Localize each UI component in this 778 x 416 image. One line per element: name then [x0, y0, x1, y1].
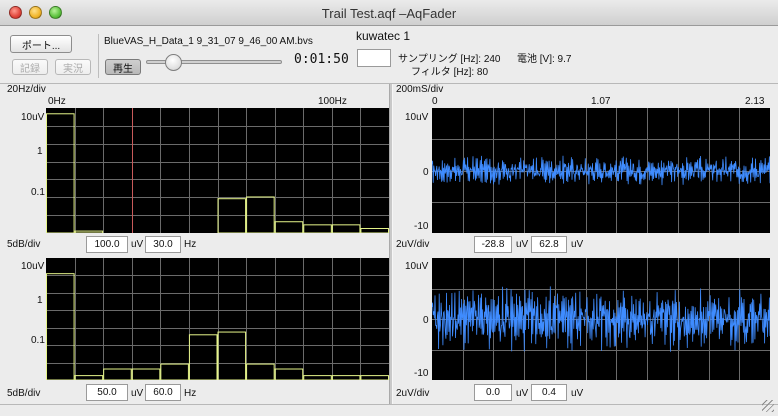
spectrum-plot-upper[interactable] [46, 108, 389, 233]
spectrum-bar [74, 375, 104, 380]
spectrum-bar [246, 363, 275, 380]
panel-splitter[interactable] [389, 84, 393, 404]
waveform-upper-offset-input[interactable]: -28.8 [474, 236, 512, 253]
waveform-upper-y-tick-0: 10uV [405, 112, 429, 123]
filter-rate: フィルタ [Hz]: 80 [411, 67, 489, 78]
spectrum-bar [360, 228, 389, 233]
waveform-lower-range-input[interactable]: 0.4 [531, 384, 567, 401]
waveform-lower-offset-input[interactable]: 0.0 [474, 384, 512, 401]
waveform-plot-upper[interactable] [432, 108, 770, 233]
spectrum-bar [274, 221, 304, 233]
spectrum-bar [360, 375, 389, 380]
spectrum-lower-y-tick-2: 0.1 [31, 335, 45, 346]
waveform-upper-offset-unit: uV [516, 239, 529, 250]
spectrum-bar [160, 363, 189, 380]
device-name: kuwatec 1 [356, 29, 411, 43]
resize-grip-icon[interactable] [762, 400, 774, 412]
waveform-scale-label: 200mS/div [396, 84, 444, 95]
spectrum-upper-top-unit: uV [131, 239, 144, 250]
status-separator [0, 404, 778, 405]
spectrum-bar [217, 331, 247, 380]
record-button[interactable]: 記録 [12, 59, 48, 75]
playback-slider-knob[interactable] [165, 54, 183, 71]
waveform-lower-offset-unit: uV [516, 388, 529, 399]
spectrum-bar [46, 273, 75, 380]
waveform-trace [432, 286, 770, 352]
toolbar-divider [98, 34, 99, 78]
spectrum-bar [103, 368, 132, 380]
spectrum-upper-y-tick-1: 1 [37, 146, 43, 157]
waveform-upper-y-tick-1: 0 [423, 167, 429, 178]
spectrum-bar [131, 368, 161, 380]
spectrum-upper-top-input[interactable]: 100.0 [86, 236, 128, 253]
spectrum-bar [303, 375, 332, 380]
spectrum-x-tick-1: 100Hz [318, 96, 347, 107]
waveform-upper-range-unit: uV [571, 239, 584, 250]
spectrum-upper-y-tick-0: 10uV [21, 112, 45, 123]
spectrum-lower-top-input[interactable]: 50.0 [86, 384, 128, 401]
waveform-x-tick-1: 1.07 [591, 96, 611, 107]
battery-voltage: 電池 [V]: 9.7 [517, 54, 572, 65]
spectrum-plot-lower[interactable] [46, 258, 389, 380]
waveform-x-tick-2: 2.13 [745, 96, 765, 107]
spectrum-bar [303, 224, 332, 233]
waveform-lower-range-unit: uV [571, 388, 584, 399]
spectrum-bar [331, 224, 361, 233]
spectrum-upper-freq-unit: Hz [184, 239, 197, 250]
waveform-lower-y-tick-2: -10 [414, 368, 429, 379]
spectrum-lower-freq-input[interactable]: 60.0 [145, 384, 181, 401]
spectrum-bar [331, 375, 361, 380]
spectrum-scale-label: 20Hz/div [7, 84, 46, 95]
spectrum-x-tick-0: 0Hz [48, 96, 66, 107]
device-field[interactable] [357, 49, 391, 67]
waveform-lower-scale-label: 2uV/div [396, 388, 430, 399]
spectrum-upper-db-label: 5dB/div [7, 239, 41, 250]
spectrum-bar [274, 368, 304, 380]
spectrum-lower-freq-unit: Hz [184, 388, 197, 399]
playback-time: 0:01:50 [294, 52, 349, 67]
waveform-trace [432, 155, 770, 186]
waveform-lower-y-tick-1: 0 [423, 315, 429, 326]
waveform-upper-scale-label: 2uV/div [396, 239, 430, 250]
waveform-plot-lower[interactable] [432, 258, 770, 380]
waveform-lower-y-tick-0: 10uV [405, 261, 429, 272]
waveform-x-tick-0: 0 [432, 96, 438, 107]
spectrum-upper-freq-input[interactable]: 30.0 [145, 236, 181, 253]
spectrum-bar [74, 230, 104, 233]
spectrum-lower-top-unit: uV [131, 388, 144, 399]
port-button[interactable]: ポート... [10, 35, 72, 53]
play-button[interactable]: 再生 [105, 59, 141, 75]
spectrum-lower-y-tick-0: 10uV [21, 261, 45, 272]
file-name: BlueVAS_H_Data_1 9_31_07 9_46_00 AM.bvs [104, 36, 313, 47]
window-title: Trail Test.aqf –AqFader [321, 6, 457, 21]
waveform-upper-y-tick-2: -10 [414, 221, 429, 232]
spectrum-lower-db-label: 5dB/div [7, 388, 41, 399]
spectrum-bar [246, 196, 275, 233]
realtime-button[interactable]: 実況 [55, 59, 91, 75]
waveform-upper-range-input[interactable]: 62.8 [531, 236, 567, 253]
spectrum-bar [188, 334, 218, 380]
spectrum-lower-y-tick-1: 1 [37, 295, 43, 306]
spectrum-upper-y-tick-2: 0.1 [31, 187, 45, 198]
